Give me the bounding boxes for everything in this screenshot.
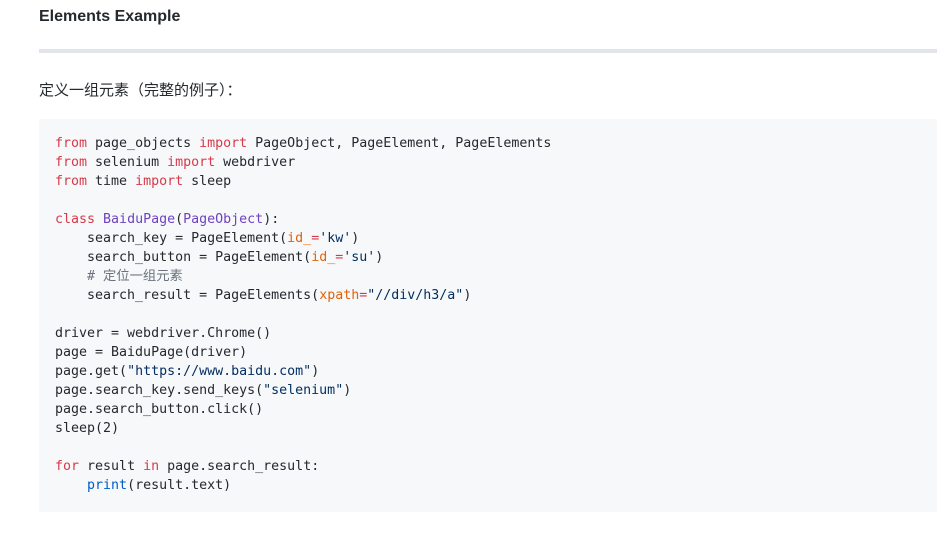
section-heading: Elements Example [39, 8, 181, 25]
code-text: ) [351, 231, 360, 246]
code-parameter: id_ [287, 231, 312, 246]
code-text: page_objects [87, 136, 200, 151]
code-text: ) [463, 288, 472, 303]
code-comment: # 定位一组元素 [87, 269, 183, 284]
code-text: page.search_key.send_keys( [55, 383, 264, 398]
code-text: ( [175, 212, 184, 227]
code-keyword: from [55, 174, 88, 189]
code-keyword: from [55, 136, 88, 151]
code-text: ): [263, 212, 280, 227]
code-keyword: import [135, 174, 184, 189]
code-line: page.search_key.send_keys("selenium") [55, 381, 551, 400]
code-line: from time import sleep [55, 172, 551, 191]
code-content[interactable]: from page_objects import PageObject, Pag… [55, 134, 551, 495]
code-text: ) [375, 250, 384, 265]
code-text: search_key = PageElement( [55, 231, 288, 246]
code-line: page.search_button.click() [55, 400, 551, 419]
code-line: driver = webdriver.Chrome() [55, 324, 551, 343]
code-class-name: PageObject [183, 212, 264, 227]
heading-divider [39, 49, 937, 53]
code-line: # 定位一组元素 [55, 267, 551, 286]
code-string: "https://www.baidu.com" [127, 364, 312, 379]
code-text: page.search_button.click() [55, 402, 264, 417]
code-keyword: import [199, 136, 248, 151]
code-builtin: print [87, 478, 128, 493]
code-line: search_result = PageElements(xpath="//di… [55, 286, 551, 305]
code-text: result [79, 459, 144, 474]
code-keyword: class [55, 212, 96, 227]
code-string: "//div/h3/a" [367, 288, 464, 303]
code-keyword: import [167, 155, 216, 170]
code-line: print(result.text) [55, 476, 551, 495]
code-string: "selenium" [263, 383, 344, 398]
code-text: page.get( [55, 364, 128, 379]
code-class-name: BaiduPage [103, 212, 176, 227]
code-line: page.get("https://www.baidu.com") [55, 362, 551, 381]
code-text: page = BaiduPage(driver) [55, 345, 248, 360]
code-text: search_result = PageElements( [55, 288, 320, 303]
code-line: from page_objects import PageObject, Pag… [55, 134, 551, 153]
code-line: search_button = PageElement(id_='su') [55, 248, 551, 267]
code-text: (result.text) [127, 478, 232, 493]
code-text: time [87, 174, 136, 189]
code-string: 'su' [343, 250, 376, 265]
code-text: driver = webdriver.Chrome() [55, 326, 272, 341]
code-string: 'kw' [319, 231, 352, 246]
code-line: for result in page.search_result: [55, 457, 551, 476]
code-text: 2 [103, 421, 112, 436]
code-block[interactable]: from page_objects import PageObject, Pag… [39, 119, 937, 512]
code-line: sleep(2) [55, 419, 551, 438]
code-text: sleep [183, 174, 232, 189]
code-line: search_key = PageElement(id_='kw') [55, 229, 551, 248]
code-text: page.search_result: [159, 459, 320, 474]
code-keyword: from [55, 155, 88, 170]
code-text: search_button = PageElement( [55, 250, 312, 265]
section-description: 定义一组元素（完整的例子）： [39, 81, 242, 99]
code-keyword: for [55, 459, 80, 474]
code-text: ) [111, 421, 120, 436]
code-text: selenium [87, 155, 168, 170]
code-parameter: xpath [319, 288, 360, 303]
code-text: ) [343, 383, 352, 398]
code-text: ) [311, 364, 320, 379]
code-parameter: id_ [311, 250, 336, 265]
code-line: page = BaiduPage(driver) [55, 343, 551, 362]
code-text: webdriver [215, 155, 296, 170]
code-line: from selenium import webdriver [55, 153, 551, 172]
code-line: class BaiduPage(PageObject): [55, 210, 551, 229]
code-keyword: in [143, 459, 160, 474]
code-text: sleep( [55, 421, 104, 436]
code-text: PageObject, PageElement, PageElements [247, 136, 552, 151]
